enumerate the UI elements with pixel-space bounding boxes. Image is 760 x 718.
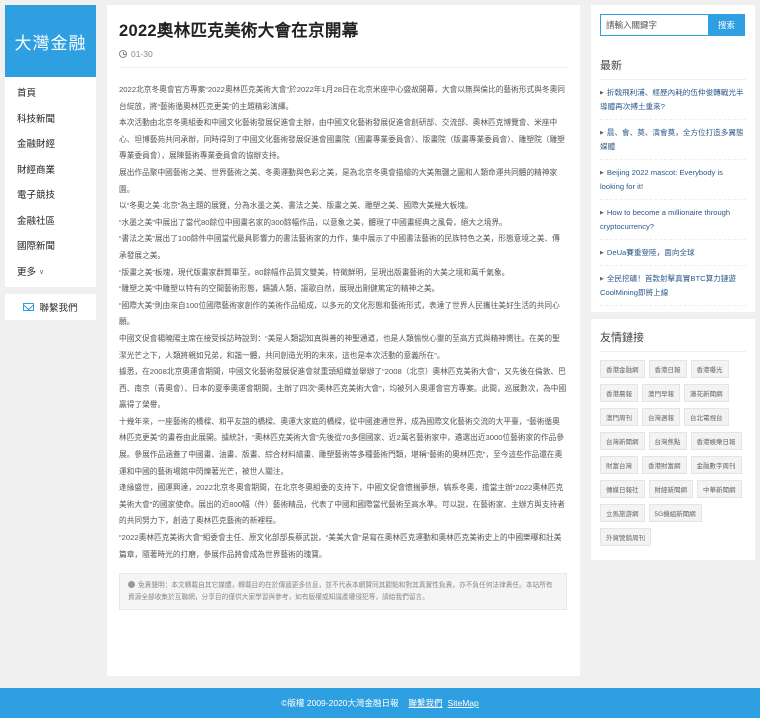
article-paragraph: “水墨之美”中展出了當代80餘位中國畫名家的300餘幅作品，以意象之美，體現了中… bbox=[119, 217, 507, 227]
contact-label: 聯繫我們 bbox=[39, 303, 78, 314]
nav-item[interactable]: 金融社區 bbox=[5, 209, 96, 235]
latest-news-item[interactable]: ▶ Beijing 2022 mascot: Everybody is looki… bbox=[600, 160, 746, 200]
latest-news-item[interactable]: ▶ DeUa賽重登陸，面向全球 bbox=[600, 240, 746, 266]
friend-link-tag[interactable]: 香港晨報 bbox=[600, 384, 638, 402]
latest-panel: 最新 ▶ 折戟飛利浦、經歷內耗的伍仲俊轉戰光半導體再次搏土重來? ▶ 晨、會、莫、演會… bbox=[591, 49, 755, 312]
clock-icon bbox=[119, 50, 127, 58]
friend-link-tag[interactable]: 外貿營銷周刊 bbox=[600, 528, 651, 546]
friend-link-tag[interactable]: 台灣新聞網 bbox=[600, 432, 645, 450]
search-button[interactable]: 搜索 bbox=[708, 14, 745, 36]
friend-link-tag[interactable]: 台灣週報 bbox=[642, 408, 680, 426]
latest-news-item[interactable]: ▶ 晨、會、莫、演會莫，全方位打造多翼態媒體 bbox=[600, 120, 746, 160]
friend-links-panel: 友情鏈接 香港金融網 香港日報 香港曝光 香港晨報 澳門早報 蓮花新聞網 澳門周刊 台灣週報台… bbox=[591, 319, 755, 560]
friend-link-tag[interactable]: 中華新聞網 bbox=[697, 480, 742, 498]
friend-link-tag[interactable]: 台灣焦點 bbox=[648, 432, 687, 450]
bullet-arrow-icon: ▶ bbox=[600, 130, 604, 136]
chevron-down-icon: ∨ bbox=[39, 268, 45, 276]
article-paragraph: “國際大美”則由來自100位國際藝術家創作的美術作品組成，以多元的文化形態和藝術… bbox=[119, 300, 560, 327]
friend-link-tag[interactable]: 傳媒日報社 bbox=[600, 480, 645, 498]
article-paragraph: 本次活動由北京冬奧組委和中國文化藝術發展促進會主辦，由中國文化藝術發展促進會創研… bbox=[119, 118, 565, 161]
article-paragraph: “雕塑之美”中雕塑以特有的空間藝術形態，鑄讀人類，謳歌自然，展現出剛健篤定的精神… bbox=[119, 284, 440, 294]
main-nav: 首頁 科技新聞 金融財經 財經商業 電子競技 金融社區 國際新聞 更多 ∨ bbox=[5, 77, 96, 287]
nav-more-label: 更多 bbox=[17, 266, 37, 278]
nav-item[interactable]: 國際新聞 bbox=[5, 234, 96, 260]
site-logo[interactable]: 大灣金融 bbox=[5, 5, 96, 77]
article-body: 2022北京冬奧會官方專案“2022奧林匹克美術大會”於2022年1月28日在北… bbox=[119, 82, 567, 563]
bullet-arrow-icon: ▶ bbox=[600, 170, 604, 176]
latest-news-item[interactable]: ▶ How to become a millionaire through cry… bbox=[600, 200, 746, 240]
friend-link-tag[interactable]: 香港曝光 bbox=[690, 360, 729, 378]
bullet-arrow-icon: ▶ bbox=[600, 250, 604, 256]
friend-link-tag[interactable]: 澳門早報 bbox=[642, 384, 680, 402]
latest-news-item[interactable]: ▶ 全民挖礦！首款射擊真實BTC算力鏈遊CoolMining即將上線 bbox=[600, 266, 746, 306]
nav-more[interactable]: 更多 ∨ bbox=[5, 260, 96, 286]
latest-news-text: How to become a millionaire through cryp… bbox=[600, 208, 731, 231]
friend-link-tag[interactable]: 香港日報 bbox=[648, 360, 687, 378]
latest-news-item[interactable]: ▶ 折戟飛利浦、經歷內耗的伍仲俊轉戰光半導體再次搏土重來? bbox=[600, 80, 746, 120]
bullet-arrow-icon: ▶ bbox=[600, 276, 604, 282]
nav-item[interactable]: 首頁 bbox=[5, 81, 96, 107]
article-paragraph: “版畫之美”板塊，現代版畫家群賢畢至，80餘幅作品質文雙美，特徵鮮明，呈現出版畫… bbox=[119, 267, 510, 277]
latest-news-text: DeUa賽重登陸，面向全球 bbox=[606, 248, 695, 257]
friend-link-tag[interactable]: 立馬旅游網 bbox=[600, 504, 645, 522]
mail-icon bbox=[23, 303, 35, 311]
friend-link-tag[interactable]: 香港金融網 bbox=[600, 360, 645, 378]
article-paragraph: “2022奧林匹克美術大會”組委會主任、原文化部部長蔡武說，“美美大會”是寫在奧… bbox=[119, 533, 562, 559]
latest-news-text: 晨、會、莫、演會莫，全方位打造多翼態媒體 bbox=[600, 128, 744, 151]
disclaimer-box: 免責聲明：本文轉載自其它媒體，轉載目的在於傳遞更多信息，並不代表本網贊同其觀點和… bbox=[119, 573, 567, 611]
article-paragraph: 2022北京冬奧會官方專案“2022奧林匹克美術大會”於2022年1月28日在北… bbox=[119, 85, 565, 111]
latest-list: ▶ 折戟飛利浦、經歷內耗的伍仲俊轉戰光半導體再次搏土重來? ▶ 晨、會、莫、演會莫，全… bbox=[600, 80, 746, 306]
article-paragraph: 據悉，在2008北京奧運會期間，中國文化藝術發展促進會就重頭組織並舉辦了“200… bbox=[119, 367, 567, 410]
friend-link-tag[interactable]: 蓮花新聞網 bbox=[684, 384, 729, 402]
search-input[interactable] bbox=[600, 14, 708, 36]
contact-button[interactable]: 聯繫我們 bbox=[5, 294, 96, 320]
divider bbox=[119, 67, 567, 68]
bullet-arrow-icon: ▶ bbox=[600, 210, 604, 216]
article-paragraph: 中國文促會楊曉陽主席在接受採訪時說到：“美是人類認知真與善的神聖通道，也是人類愉… bbox=[119, 333, 560, 360]
article-panel: 2022奧林匹克美術大會在京開幕 01-30 2022北京冬奧會官方專案“202… bbox=[107, 5, 580, 676]
article-date: 01-30 bbox=[131, 49, 153, 59]
left-sidebar: 大灣金融 首頁 科技新聞 金融財經 財經商業 電子競技 金融社區 國際新聞 更多 ∨ 聯繫我們 bbox=[5, 5, 96, 320]
article-paragraph: 展出作品聚中國藝術之美、世界藝術之美、冬奧運動與色彩之美，是為北京冬奧會描繪的大… bbox=[119, 167, 558, 194]
right-sidebar: 搜索 最新 ▶折戟飛利浦、經歷內耗的伍仲俊轉戰光半導體再次搏土重來?▶晨、會、莫… bbox=[591, 5, 755, 560]
nav-item[interactable]: 科技新聞 bbox=[5, 107, 96, 133]
latest-title: 最新 bbox=[600, 57, 746, 80]
friend-link-tag[interactable]: 香港財富網 bbox=[642, 456, 687, 474]
article-paragraph: 以“冬奧之美·北京”為主題的展覽，分為水墨之美、書法之美、版畫之美、雕塑之美、國… bbox=[119, 201, 473, 211]
article-paragraph: 十幾年來，一座藝術的橋樑、和平友誼的橋樑、奧運大家庭的橋樑，從中國連通世界，成為… bbox=[119, 416, 565, 476]
nav-item[interactable]: 金融財經 bbox=[5, 132, 96, 158]
footer-contact-link[interactable]: 聯繫我們 bbox=[409, 697, 443, 709]
friend-link-tag[interactable]: 台北電視台 bbox=[684, 408, 729, 426]
article-meta: 01-30 bbox=[119, 49, 567, 59]
friend-link-tag[interactable]: 澳門周刊 bbox=[600, 408, 638, 426]
friend-link-tag[interactable]: 財經新聞網 bbox=[648, 480, 693, 498]
latest-news-text: Beijing 2022 mascot: Everybody is lookin… bbox=[600, 168, 723, 191]
article-title: 2022奧林匹克美術大會在京開幕 bbox=[119, 22, 359, 40]
latest-news-text: 折戟飛利浦、經歷內耗的伍仲俊轉戰光半導體再次搏土重來? bbox=[600, 88, 744, 111]
footer-sitemap-link[interactable]: SiteMap bbox=[448, 698, 479, 708]
friend-link-tag[interactable]: 財富台灣 bbox=[600, 456, 638, 474]
article-paragraph: “書法之美”展出了100餘件中國當代最具影響力的書法藝術家的力作，集中展示了中國… bbox=[119, 234, 560, 260]
disclaimer-text: 免責聲明：本文轉載自其它媒體，轉載目的在於傳遞更多信息，並不代表本網贊同其觀點和… bbox=[128, 582, 553, 601]
info-icon bbox=[128, 581, 135, 589]
friend-link-tag[interactable]: 5G機組新聞網 bbox=[648, 504, 702, 522]
footer: ©版權 2009-2020大灣金融日報 聯繫我們 SiteMap bbox=[0, 688, 760, 718]
article-paragraph: 逢緣盛世，國運興達，2022北京冬奧會期間，在北京冬奧組委的支持下，中國文促會懷… bbox=[119, 483, 565, 526]
footer-copyright: ©版權 2009-2020大灣金融日報 bbox=[281, 698, 399, 708]
friend-links-tags: 香港金融網 香港日報 香港曝光香港晨報 澳門早報 蓮花新聞網澳門周刊 台灣週報 台北電視台台… bbox=[600, 360, 746, 552]
friend-link-tag[interactable]: 金融數字周刊 bbox=[690, 456, 742, 474]
nav-item[interactable]: 財經商業 bbox=[5, 158, 96, 184]
bullet-arrow-icon: ▶ bbox=[600, 90, 604, 96]
latest-news-text: 全民挖礦！首款射擊真實BTC算力鏈遊CoolMining即將上線 bbox=[600, 274, 736, 297]
nav-item[interactable]: 電子競技 bbox=[5, 183, 96, 209]
friend-links-title: 友情鏈接 bbox=[600, 329, 746, 352]
search-box: 搜索 bbox=[591, 5, 755, 49]
friend-link-tag[interactable]: 香港娛樂日報 bbox=[690, 432, 742, 450]
